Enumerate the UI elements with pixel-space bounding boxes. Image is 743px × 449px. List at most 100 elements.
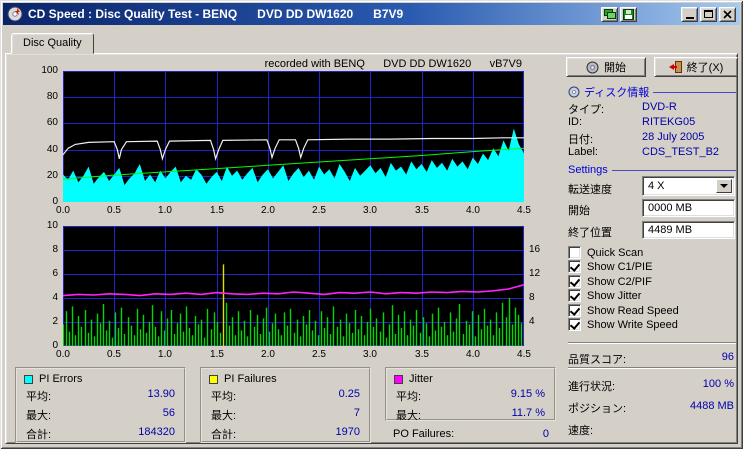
speed-dropdown-button[interactable]: [716, 179, 732, 193]
checkbox-show-read-speed[interactable]: Show Read Speed: [568, 304, 679, 317]
start-button[interactable]: 開始: [566, 57, 646, 77]
start-disc-icon: [586, 61, 599, 73]
checkbox-show-c1-pie[interactable]: Show C1/PIE: [568, 260, 652, 273]
axis-tick-label: 0.0: [56, 349, 70, 360]
disc-date-row: 日付: 28 July 2005: [568, 131, 736, 146]
axis-tick-label: 0.5: [107, 349, 121, 360]
speed-select[interactable]: 4 X: [642, 176, 735, 196]
stat-row: 最大: 7: [202, 405, 369, 424]
disc-label-row: Label: CDS_TEST_B2: [568, 146, 736, 159]
disc-type-row: タイプ: DVD-R: [568, 101, 736, 116]
exit-button[interactable]: 終了(X): [654, 57, 738, 77]
minimize-icon: [685, 17, 694, 19]
chevron-down-icon: [720, 184, 728, 188]
axis-tick-label: 2: [52, 316, 58, 327]
axis-tick-label: 0.5: [107, 205, 121, 216]
save-image-button[interactable]: [620, 6, 637, 22]
screen-capture-button[interactable]: [601, 6, 618, 22]
axis-tick-label: 4.0: [466, 205, 480, 216]
axis-tick-label: 2.0: [261, 205, 275, 216]
close-button[interactable]: [719, 6, 736, 22]
start-button-label: 開始: [604, 62, 626, 74]
max-value: 7: [353, 407, 360, 419]
checkbox-label: Show C2/PIF: [587, 275, 652, 288]
avg-value: 9.15 %: [510, 388, 545, 400]
axis-tick-label: 6: [52, 268, 58, 279]
stat-row: 最大: 11.7 %: [387, 405, 554, 424]
titlebar[interactable]: CD Speed : Disc Quality Test - BENQ DVD …: [3, 3, 740, 25]
max-label: 最大:: [26, 410, 52, 422]
chart-canvas: [63, 226, 524, 346]
disc-quality-page: recorded with BENQ DVD DD DW1620 vB7V9 0…: [5, 53, 738, 444]
total-label: 合計:: [26, 429, 52, 441]
axis-tick-label: 2.5: [312, 205, 326, 216]
axis-tick-label: 1.5: [210, 205, 224, 216]
checkbox-show-write-speed[interactable]: Show Write Speed: [568, 318, 678, 331]
checkbox-box[interactable]: [568, 260, 581, 273]
divider: [568, 367, 736, 369]
stat-row: 最大: 56: [17, 405, 184, 424]
start-pos-input[interactable]: 0000 MB: [642, 199, 735, 217]
max-value: 11.7 %: [511, 407, 545, 419]
axis-tick-label: 3.5: [415, 205, 429, 216]
checkbox-box[interactable]: [568, 275, 581, 288]
checkbox-label: Show Write Speed: [587, 318, 678, 331]
total-value: 1970: [335, 426, 360, 438]
pi-errors-title: PI Errors: [39, 373, 83, 385]
checkbox-quick-scan[interactable]: Quick Scan: [568, 246, 643, 259]
avg-value: 0.25: [338, 388, 360, 400]
exit-button-label: 終了(X): [686, 62, 724, 74]
checkbox-show-c2-pif[interactable]: Show C2/PIF: [568, 275, 652, 288]
disc-date-label: 日付:: [568, 134, 594, 146]
avg-value: 13.90: [147, 388, 175, 400]
settings-title: Settings: [568, 164, 608, 176]
progress-label: 進行状況:: [568, 381, 616, 393]
axis-tick-label: 10: [46, 220, 58, 231]
progress-row: 進行状況: 100 %: [568, 378, 736, 393]
axis-tick-label: 100: [41, 65, 58, 76]
minimize-button[interactable]: [681, 6, 698, 22]
pif-jitter-chart: 0 2 4 6 8 10 0.0 0.5 1.0 1.5 2.0 2.5 3.0 3.5 4.0 4.5 4 8 1…: [47, 220, 540, 360]
jitter-title: Jitter: [409, 373, 433, 385]
axis-tick-label: 8: [529, 292, 535, 303]
exit-door-icon: [668, 61, 682, 73]
axis-tick-label: 1.0: [158, 349, 172, 360]
checkbox-label: Show Read Speed: [587, 304, 679, 317]
axis-tick-label: 16: [529, 244, 541, 255]
position-value: 4488 MB: [689, 400, 734, 412]
avg-label: 平均:: [396, 391, 422, 403]
pi-failures-box: PI Failures 平均: 0.25 最大: 7 合計: 1970: [200, 367, 371, 443]
app-icon[interactable]: [7, 6, 23, 22]
maximize-icon: [704, 10, 713, 18]
checkbox-box[interactable]: [568, 289, 581, 302]
checkbox-show-jitter[interactable]: Show Jitter: [568, 289, 641, 302]
section-rule: [611, 169, 736, 171]
axis-tick-label: 1.5: [210, 349, 224, 360]
total-label: 合計:: [211, 429, 237, 441]
axis-tick-label: 40: [46, 144, 58, 155]
pi-failures-title: PI Failures: [224, 373, 277, 385]
disc-label-label: Label:: [568, 146, 598, 158]
app-window: CD Speed : Disc Quality Test - BENQ DVD …: [0, 0, 743, 449]
checkbox-box[interactable]: [568, 246, 581, 259]
max-value: 56: [162, 407, 175, 419]
avg-label: 平均:: [26, 391, 52, 403]
position-row: ポジション: 4488 MB: [568, 400, 736, 415]
jitter-title-row: Jitter: [387, 369, 554, 386]
pif-legend-swatch: [209, 374, 218, 384]
stat-row: 平均: 0.25: [202, 386, 369, 405]
start-pos-label: 開始: [568, 205, 590, 217]
pie-legend-swatch: [24, 374, 33, 384]
pi-failures-title-row: PI Failures: [202, 369, 369, 386]
window-title: CD Speed : Disc Quality Test - BENQ DVD …: [28, 7, 404, 21]
po-failures-value: 0: [542, 428, 549, 440]
disc-id-value: RITEKG05: [642, 116, 696, 128]
axis-tick-label: 3.0: [363, 205, 377, 216]
section-rule: [653, 91, 736, 93]
checkbox-box[interactable]: [568, 304, 581, 317]
checkbox-box[interactable]: [568, 318, 581, 331]
tab-disc-quality[interactable]: Disc Quality: [11, 33, 94, 54]
jitter-box: Jitter 平均: 9.15 % 最大: 11.7 %: [385, 367, 556, 424]
maximize-button[interactable]: [700, 6, 717, 22]
end-pos-input[interactable]: 4489 MB: [642, 221, 735, 239]
